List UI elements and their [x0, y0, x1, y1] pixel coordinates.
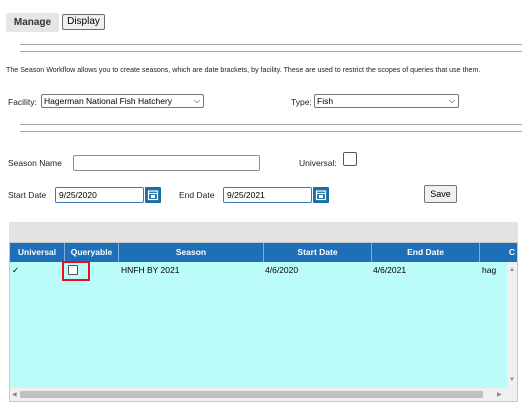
- scroll-left-icon[interactable]: ◀: [12, 391, 17, 399]
- cell-extra: hag: [482, 265, 497, 275]
- start-date-label: Start Date: [8, 190, 47, 200]
- type-label: Type:: [291, 97, 312, 107]
- column-header-extra[interactable]: C: [480, 243, 517, 262]
- scrollbar-corner: [507, 388, 517, 401]
- workflow-description: The Season Workflow allows you to create…: [6, 66, 481, 74]
- calendar-icon: [147, 190, 159, 201]
- column-header-end-date[interactable]: End Date: [372, 243, 480, 262]
- column-header-season[interactable]: Season: [119, 243, 264, 262]
- grid-header: Universal Queryable Season Start Date En…: [10, 243, 517, 262]
- end-date-calendar-button[interactable]: [313, 187, 329, 203]
- divider: [20, 124, 522, 125]
- cell-end-date: 4/6/2021: [373, 265, 407, 275]
- season-name-input[interactable]: [73, 155, 260, 171]
- divider: [20, 51, 522, 52]
- cell-season: HNFH BY 2021: [121, 265, 180, 275]
- horizontal-scrollbar[interactable]: ◀ ▶: [10, 388, 507, 401]
- vertical-scrollbar[interactable]: ▲ ▼: [507, 262, 517, 388]
- tab-manage[interactable]: Manage: [6, 13, 59, 32]
- scroll-up-icon[interactable]: ▲: [509, 266, 515, 274]
- cell-universal: ✓: [12, 265, 20, 275]
- save-button[interactable]: Save: [424, 185, 457, 203]
- type-select[interactable]: Fish ⌵: [314, 94, 459, 108]
- start-date-calendar-button[interactable]: [145, 187, 161, 203]
- calendar-icon: [315, 190, 327, 201]
- column-header-start-date[interactable]: Start Date: [264, 243, 372, 262]
- facility-select[interactable]: Hagerman National Fish Hatchery ⌵: [41, 94, 204, 108]
- cell-start-date: 4/6/2020: [265, 265, 299, 275]
- tab-display[interactable]: Display: [62, 14, 105, 30]
- chevron-down-icon: ⌵: [193, 96, 200, 105]
- facility-label: Facility:: [8, 97, 37, 107]
- scroll-down-icon[interactable]: ▼: [509, 376, 515, 384]
- end-date-input[interactable]: 9/25/2021: [223, 187, 312, 203]
- horizontal-scroll-thumb[interactable]: [20, 391, 483, 398]
- start-date-input[interactable]: 9/25/2020: [55, 187, 144, 203]
- season-name-label: Season Name: [8, 158, 62, 168]
- facility-selected-value: Hagerman National Fish Hatchery: [44, 96, 173, 106]
- column-header-universal[interactable]: Universal: [10, 243, 65, 262]
- divider: [20, 131, 522, 132]
- column-header-queryable[interactable]: Queryable: [65, 243, 119, 262]
- chevron-down-icon: ⌵: [448, 96, 455, 105]
- queryable-highlight-box: [62, 261, 90, 281]
- universal-checkbox[interactable]: [343, 152, 357, 166]
- divider: [20, 44, 522, 45]
- grid-toolbar: [9, 222, 518, 242]
- end-date-label: End Date: [179, 190, 215, 200]
- universal-label: Universal:: [299, 158, 337, 168]
- type-selected-value: Fish: [317, 96, 334, 106]
- scroll-right-icon[interactable]: ▶: [497, 391, 502, 399]
